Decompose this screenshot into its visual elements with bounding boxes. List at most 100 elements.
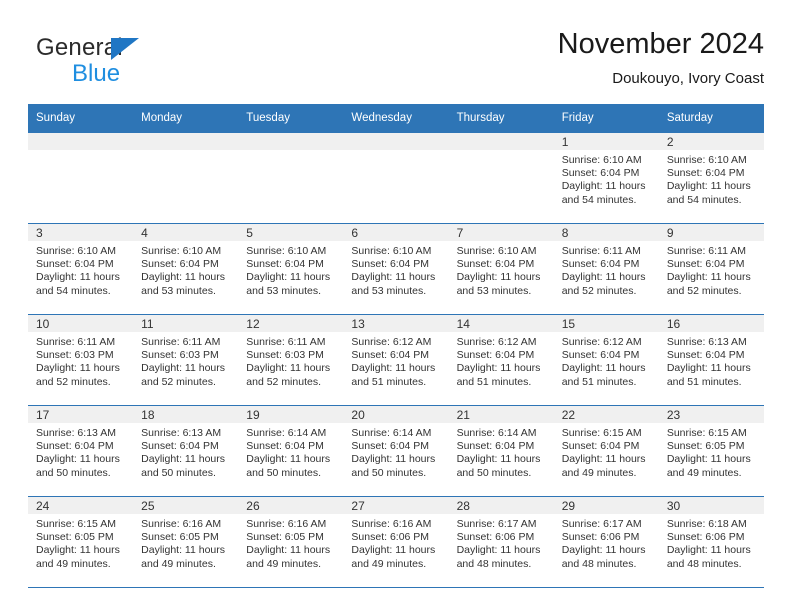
calendar-week-row: 24 Sunrise: 6:15 AM Sunset: 6:05 PM Dayligh… xyxy=(28,496,764,588)
calendar-day-cell[interactable]: 15 Sunrise: 6:12 AM Sunset: 6:04 PM Dayligh… xyxy=(553,314,659,406)
page-header: General Blue November 2024 Doukouyo, Ivo… xyxy=(28,26,764,100)
calendar-day-cell[interactable]: 5 Sunrise: 6:10 AM Sunset: 6:04 PM Daylight… xyxy=(238,223,344,315)
sun-info: Sunrise: 6:10 AM Sunset: 6:04 PM Daylight:… xyxy=(554,150,659,207)
sunset-text: Sunset: 6:04 PM xyxy=(666,258,745,271)
calendar-day-cell[interactable]: 12 Sunrise: 6:11 AM Sunset: 6:03 PM Dayligh… xyxy=(238,314,344,406)
calendar-day-cell-empty xyxy=(133,132,239,224)
calendar-week-row: 1 Sunrise: 6:10 AM Sunset: 6:04 PM Daylight… xyxy=(28,132,764,224)
sunset-text: Sunset: 6:04 PM xyxy=(561,167,640,180)
calendar-day-cell[interactable]: 9 Sunrise: 6:11 AM Sunset: 6:04 PM Daylight… xyxy=(658,223,764,315)
calendar-day-cell[interactable]: 28 Sunrise: 6:17 AM Sunset: 6:06 PM Dayligh… xyxy=(448,496,554,588)
day-number: 24 xyxy=(28,497,134,514)
calendar-day-cell[interactable]: 30 Sunrise: 6:18 AM Sunset: 6:06 PM Dayligh… xyxy=(658,496,764,588)
calendar-day-cell[interactable]: 7 Sunrise: 6:10 AM Sunset: 6:04 PM Daylight… xyxy=(448,223,554,315)
sunrise-text: Sunrise: 6:15 AM xyxy=(666,427,747,439)
sunset-text: Sunset: 6:04 PM xyxy=(351,440,430,453)
sunset-text: Sunset: 6:04 PM xyxy=(456,440,535,453)
calendar-week-row: 17 Sunrise: 6:13 AM Sunset: 6:04 PM Dayligh… xyxy=(28,405,764,497)
daylight-text: Daylight: 11 hours and 53 minutes. xyxy=(351,271,436,297)
daylight-text: Daylight: 11 hours and 54 minutes. xyxy=(36,271,120,297)
daylight-text: Daylight: 11 hours and 52 minutes. xyxy=(666,271,751,297)
sunrise-text: Sunrise: 6:14 AM xyxy=(456,427,537,439)
logo-text-general: General xyxy=(36,34,123,61)
sunset-text: Sunset: 6:04 PM xyxy=(561,258,640,271)
calendar-table: Sunday Monday Tuesday Wednesday Thursday… xyxy=(28,104,764,588)
sun-info: Sunrise: 6:12 AM Sunset: 6:04 PM Daylight:… xyxy=(343,332,448,389)
day-number xyxy=(133,133,239,150)
day-number: 26 xyxy=(238,497,344,514)
calendar-day-cell[interactable]: 1 Sunrise: 6:10 AM Sunset: 6:04 PM Daylight… xyxy=(553,132,659,224)
sun-info: Sunrise: 6:11 AM Sunset: 6:03 PM Daylight:… xyxy=(133,332,238,389)
daylight-text: Daylight: 11 hours and 52 minutes. xyxy=(246,362,331,388)
day-number: 10 xyxy=(28,315,134,332)
calendar-day-cell[interactable]: 23 Sunrise: 6:15 AM Sunset: 6:05 PM Dayligh… xyxy=(658,405,764,497)
calendar-day-cell[interactable]: 22 Sunrise: 6:15 AM Sunset: 6:04 PM Dayligh… xyxy=(553,405,659,497)
day-number: 23 xyxy=(658,406,764,423)
daylight-text: Daylight: 11 hours and 51 minutes. xyxy=(561,362,646,388)
sunset-text: Sunset: 6:04 PM xyxy=(561,440,640,453)
sun-info: Sunrise: 6:14 AM Sunset: 6:04 PM Daylight:… xyxy=(238,423,343,480)
calendar-day-cell[interactable]: 24 Sunrise: 6:15 AM Sunset: 6:05 PM Dayligh… xyxy=(28,496,134,588)
sunrise-text: Sunrise: 6:18 AM xyxy=(666,518,747,530)
sunrise-text: Sunrise: 6:11 AM xyxy=(141,336,221,348)
calendar-day-cell-empty xyxy=(448,132,554,224)
sunset-text: Sunset: 6:05 PM xyxy=(141,531,219,544)
sunset-text: Sunset: 6:06 PM xyxy=(351,531,430,544)
calendar-day-cell[interactable]: 20 Sunrise: 6:14 AM Sunset: 6:04 PM Dayligh… xyxy=(343,405,449,497)
sun-info: Sunrise: 6:11 AM Sunset: 6:03 PM Daylight:… xyxy=(238,332,343,389)
day-number: 1 xyxy=(553,133,659,150)
day-number: 4 xyxy=(133,224,239,241)
calendar-day-cell[interactable]: 6 Sunrise: 6:10 AM Sunset: 6:04 PM Daylight… xyxy=(343,223,449,315)
sun-info: Sunrise: 6:10 AM Sunset: 6:04 PM Daylight:… xyxy=(28,241,133,298)
calendar-day-cell[interactable]: 27 Sunrise: 6:16 AM Sunset: 6:06 PM Dayligh… xyxy=(343,496,449,588)
daylight-text: Daylight: 11 hours and 52 minutes. xyxy=(561,271,646,297)
sunrise-text: Sunrise: 6:17 AM xyxy=(561,518,642,530)
day-number: 9 xyxy=(658,224,764,241)
calendar-day-cell-empty xyxy=(238,132,344,224)
daylight-text: Daylight: 11 hours and 50 minutes. xyxy=(141,453,225,479)
sunrise-text: Sunrise: 6:12 AM xyxy=(456,336,537,348)
calendar-day-cell[interactable]: 8 Sunrise: 6:11 AM Sunset: 6:04 PM Daylight… xyxy=(553,223,659,315)
day-number: 29 xyxy=(553,497,659,514)
day-number: 27 xyxy=(343,497,449,514)
day-number: 7 xyxy=(448,224,554,241)
daylight-text: Daylight: 11 hours and 49 minutes. xyxy=(36,544,120,570)
generalblue-logo[interactable]: General Blue xyxy=(36,34,226,90)
calendar-day-cell[interactable]: 13 Sunrise: 6:12 AM Sunset: 6:04 PM Dayligh… xyxy=(343,314,449,406)
weekday-header-tuesday: Tuesday xyxy=(238,104,344,133)
calendar-day-cell[interactable]: 16 Sunrise: 6:13 AM Sunset: 6:04 PM Dayligh… xyxy=(658,314,764,406)
sunrise-text: Sunrise: 6:10 AM xyxy=(141,245,222,257)
daylight-text: Daylight: 11 hours and 49 minutes. xyxy=(141,544,225,570)
sunset-text: Sunset: 6:04 PM xyxy=(246,440,324,453)
day-number: 6 xyxy=(343,224,449,241)
calendar-day-cell[interactable]: 14 Sunrise: 6:12 AM Sunset: 6:04 PM Dayligh… xyxy=(448,314,554,406)
calendar-day-cell[interactable]: 4 Sunrise: 6:10 AM Sunset: 6:04 PM Daylight… xyxy=(133,223,239,315)
day-number: 5 xyxy=(238,224,344,241)
calendar-day-cell[interactable]: 11 Sunrise: 6:11 AM Sunset: 6:03 PM Dayligh… xyxy=(133,314,239,406)
sunrise-text: Sunrise: 6:16 AM xyxy=(351,518,432,530)
calendar-week-row: 3 Sunrise: 6:10 AM Sunset: 6:04 PM Daylight… xyxy=(28,223,764,315)
sun-info: Sunrise: 6:15 AM Sunset: 6:04 PM Daylight:… xyxy=(554,423,659,480)
day-number: 11 xyxy=(133,315,239,332)
day-number: 18 xyxy=(133,406,239,423)
calendar-day-cell[interactable]: 29 Sunrise: 6:17 AM Sunset: 6:06 PM Dayligh… xyxy=(553,496,659,588)
calendar-week-row: 10 Sunrise: 6:11 AM Sunset: 6:03 PM Dayligh… xyxy=(28,314,764,406)
sunrise-text: Sunrise: 6:13 AM xyxy=(36,427,116,439)
calendar-day-cell[interactable]: 26 Sunrise: 6:16 AM Sunset: 6:05 PM Dayligh… xyxy=(238,496,344,588)
sun-info: Sunrise: 6:10 AM Sunset: 6:04 PM Daylight:… xyxy=(238,241,343,298)
daylight-text: Daylight: 11 hours and 50 minutes. xyxy=(246,453,331,479)
calendar-day-cell[interactable]: 21 Sunrise: 6:14 AM Sunset: 6:04 PM Dayligh… xyxy=(448,405,554,497)
sun-info: Sunrise: 6:16 AM Sunset: 6:06 PM Daylight:… xyxy=(343,514,448,571)
calendar-day-cell[interactable]: 19 Sunrise: 6:14 AM Sunset: 6:04 PM Dayligh… xyxy=(238,405,344,497)
day-number xyxy=(238,133,344,150)
daylight-text: Daylight: 11 hours and 52 minutes. xyxy=(141,362,225,388)
sun-info: Sunrise: 6:18 AM Sunset: 6:06 PM Daylight:… xyxy=(659,514,764,571)
calendar-day-cell[interactable]: 17 Sunrise: 6:13 AM Sunset: 6:04 PM Dayligh… xyxy=(28,405,134,497)
calendar-day-cell[interactable]: 3 Sunrise: 6:10 AM Sunset: 6:04 PM Daylight… xyxy=(28,223,134,315)
calendar-day-cell[interactable]: 10 Sunrise: 6:11 AM Sunset: 6:03 PM Dayligh… xyxy=(28,314,134,406)
day-number: 28 xyxy=(448,497,554,514)
calendar-day-cell[interactable]: 2 Sunrise: 6:10 AM Sunset: 6:04 PM Daylight… xyxy=(658,132,764,224)
sun-info: Sunrise: 6:13 AM Sunset: 6:04 PM Daylight:… xyxy=(659,332,764,389)
calendar-day-cell[interactable]: 18 Sunrise: 6:13 AM Sunset: 6:04 PM Dayligh… xyxy=(133,405,239,497)
calendar-day-cell[interactable]: 25 Sunrise: 6:16 AM Sunset: 6:05 PM Dayligh… xyxy=(133,496,239,588)
